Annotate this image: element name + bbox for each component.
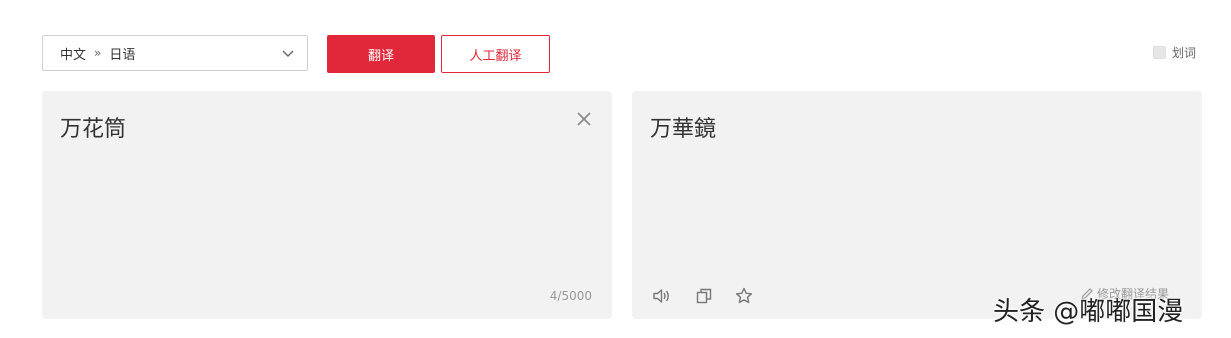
watermark: 头条 @嘟嘟国漫 (993, 297, 1184, 327)
speaker-icon[interactable] (651, 286, 671, 306)
target-panel: 万華鏡 修改翻译结果 (632, 91, 1202, 319)
human-translate-button[interactable]: 人工翻译 (441, 35, 550, 73)
translate-button[interactable]: 翻译 (327, 35, 435, 73)
source-language: 中文 (60, 47, 87, 63)
word-pick-checkbox[interactable] (1153, 46, 1166, 59)
close-icon[interactable] (575, 110, 593, 128)
target-language: 日语 (109, 47, 136, 63)
copy-icon[interactable] (694, 286, 714, 306)
language-pair-select[interactable]: 中文 » 日语 (42, 35, 308, 71)
word-pick-toggle[interactable]: 划词 (1153, 44, 1196, 61)
target-text: 万華鏡 (650, 117, 717, 142)
word-pick-label: 划词 (1172, 46, 1197, 60)
chevron-down-icon (282, 50, 294, 57)
source-panel[interactable]: 万花筒 4/5000 (42, 91, 612, 319)
star-icon[interactable] (734, 286, 754, 306)
source-text[interactable]: 万花筒 (60, 111, 126, 143)
language-separator: » (94, 46, 102, 60)
char-counter: 4/5000 (549, 289, 592, 303)
